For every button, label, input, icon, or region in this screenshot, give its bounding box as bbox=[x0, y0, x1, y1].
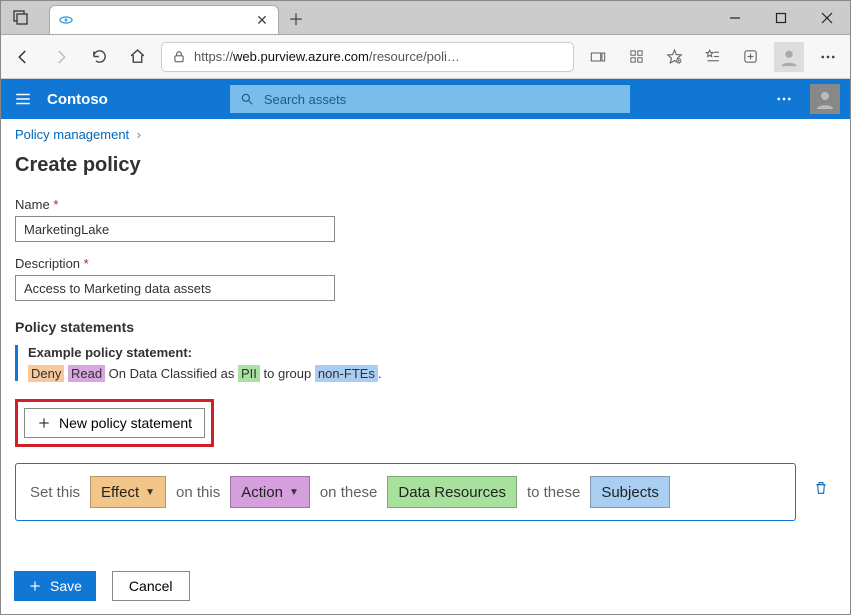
home-button[interactable] bbox=[123, 43, 151, 71]
policy-statement-builder: Set this Effect▼ on this Action▼ on thes… bbox=[15, 463, 796, 521]
description-label: Description * bbox=[15, 256, 836, 271]
highlight-box: New policy statement bbox=[15, 399, 214, 447]
forward-button[interactable] bbox=[47, 43, 75, 71]
data-resources-chip[interactable]: Data Resources bbox=[387, 476, 517, 508]
example-policy-block: Example policy statement: Deny Read On D… bbox=[15, 345, 836, 381]
favorites-list-button[interactable] bbox=[698, 43, 726, 71]
builder-text-to-these: to these bbox=[527, 484, 580, 501]
builder-text-on-these: on these bbox=[320, 484, 378, 501]
reader-button[interactable] bbox=[584, 43, 612, 71]
close-window-button[interactable] bbox=[804, 1, 850, 34]
name-label: Name * bbox=[15, 197, 836, 212]
name-input[interactable] bbox=[15, 216, 335, 242]
plus-icon bbox=[37, 416, 51, 430]
chevron-down-icon: ▼ bbox=[145, 487, 155, 498]
delete-statement-button[interactable] bbox=[813, 480, 829, 496]
refresh-button[interactable] bbox=[85, 43, 113, 71]
footer-actions: Save Cancel bbox=[14, 571, 190, 601]
description-input[interactable] bbox=[15, 275, 335, 301]
save-button[interactable]: Save bbox=[14, 571, 96, 601]
tag-read: Read bbox=[68, 365, 105, 382]
favorite-button[interactable] bbox=[660, 43, 688, 71]
action-chip[interactable]: Action▼ bbox=[230, 476, 310, 508]
tag-nonfte: non-FTEs bbox=[315, 365, 378, 382]
builder-text-set-this: Set this bbox=[30, 484, 80, 501]
example-intro: Example policy statement: bbox=[28, 345, 836, 360]
back-button[interactable] bbox=[9, 43, 37, 71]
cancel-button[interactable]: Cancel bbox=[112, 571, 190, 601]
tag-deny: Deny bbox=[28, 365, 64, 382]
user-avatar[interactable] bbox=[810, 84, 840, 114]
purview-favicon bbox=[58, 12, 74, 28]
breadcrumb: Policy management › bbox=[1, 119, 850, 150]
search-box[interactable] bbox=[230, 85, 630, 113]
add-button-label: New policy statement bbox=[59, 415, 192, 431]
address-bar[interactable]: https://web.purview.azure.com/resource/p… bbox=[161, 42, 574, 72]
breadcrumb-link[interactable]: Policy management bbox=[15, 127, 129, 142]
app-header: Contoso bbox=[1, 79, 850, 119]
org-name[interactable]: Contoso bbox=[47, 91, 108, 108]
cancel-label: Cancel bbox=[129, 578, 173, 594]
chevron-right-icon: › bbox=[137, 127, 141, 142]
url-text: https://web.purview.azure.com/resource/p… bbox=[194, 49, 460, 64]
new-tab-button[interactable]: ＋ bbox=[279, 1, 313, 34]
minimize-button[interactable] bbox=[712, 1, 758, 34]
page-title: Create policy bbox=[15, 154, 836, 177]
chevron-down-icon: ▼ bbox=[289, 487, 299, 498]
save-label: Save bbox=[50, 578, 82, 594]
tag-pii: PII bbox=[238, 365, 260, 382]
lock-icon bbox=[172, 50, 186, 64]
tabs-menu-button[interactable] bbox=[1, 1, 41, 34]
example-text: Deny Read On Data Classified as PII to g… bbox=[28, 366, 836, 381]
extensions-button[interactable] bbox=[622, 43, 650, 71]
window-titlebar: ✕ ＋ bbox=[1, 1, 850, 35]
more-menu-button[interactable] bbox=[814, 43, 842, 71]
profile-button[interactable] bbox=[774, 42, 804, 72]
maximize-button[interactable] bbox=[758, 1, 804, 34]
collections-button[interactable] bbox=[736, 43, 764, 71]
search-input[interactable] bbox=[262, 91, 620, 108]
header-more-button[interactable] bbox=[770, 85, 798, 113]
browser-toolbar: https://web.purview.azure.com/resource/p… bbox=[1, 35, 850, 79]
window-controls bbox=[712, 1, 850, 34]
builder-text-on-this: on this bbox=[176, 484, 220, 501]
browser-tab[interactable]: ✕ bbox=[49, 5, 279, 34]
page-content: Create policy Name * Description * Polic… bbox=[1, 154, 850, 521]
subjects-chip[interactable]: Subjects bbox=[590, 476, 670, 508]
search-icon bbox=[240, 92, 254, 106]
effect-chip[interactable]: Effect▼ bbox=[90, 476, 166, 508]
new-policy-statement-button[interactable]: New policy statement bbox=[24, 408, 205, 438]
close-tab-icon[interactable]: ✕ bbox=[254, 12, 270, 29]
policy-statements-heading: Policy statements bbox=[15, 319, 836, 335]
menu-button[interactable] bbox=[11, 87, 35, 111]
plus-icon bbox=[28, 579, 42, 593]
